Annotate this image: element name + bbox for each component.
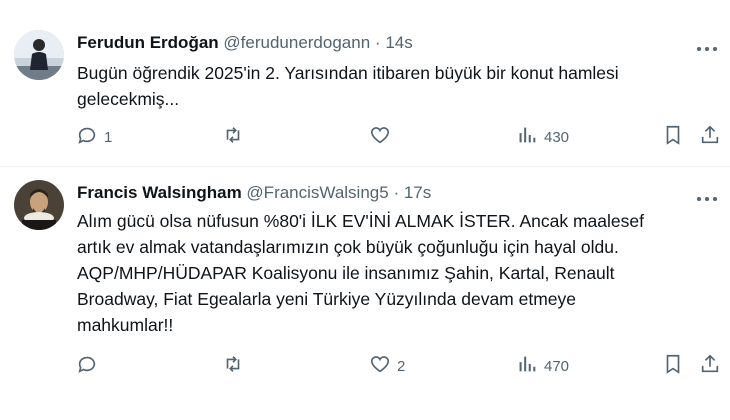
tweet-header: Francis Walsingham @FrancisWalsing5 · 17…	[77, 183, 431, 203]
reply-button[interactable]: 1	[76, 125, 112, 149]
like-button[interactable]	[369, 125, 397, 149]
more-icon[interactable]	[696, 190, 718, 201]
heart-icon	[369, 353, 391, 379]
avatar[interactable]	[14, 30, 64, 80]
tweet-text-line: Bugün öğrendik 2025'in 2. Yarısından iti…	[77, 63, 619, 83]
bookmark-button[interactable]	[662, 354, 684, 378]
tweet-text-line: Broadway, Fiat Egealarla yeni Türkiye Yü…	[77, 289, 576, 309]
views-button[interactable]: 430	[516, 125, 569, 149]
view-count: 430	[544, 128, 570, 146]
tweet-header: Ferudun Erdoğan @ferudunerdogann · 14s	[77, 33, 413, 53]
separator-dot: ·	[374, 33, 381, 52]
tweet-text-line: Alım gücü olsa nüfusun %80'i İLK EV'İNİ …	[77, 211, 644, 231]
views-icon	[516, 353, 538, 379]
author-handle[interactable]: @FrancisWalsing5	[246, 183, 388, 202]
bookmark-button[interactable]	[662, 125, 684, 149]
avatar[interactable]	[14, 180, 64, 230]
bookmark-icon	[662, 353, 684, 379]
author-name[interactable]: Ferudun Erdoğan	[77, 33, 219, 52]
tweet-text: Bugün öğrendik 2025'in 2. Yarısından iti…	[77, 60, 707, 112]
reply-button[interactable]	[76, 354, 104, 378]
tweet-time[interactable]: 17s	[404, 183, 431, 202]
bookmark-icon	[662, 124, 684, 150]
tweet-text-line: gelecekmiş...	[77, 89, 180, 109]
author-name[interactable]: Francis Walsingham	[77, 183, 242, 202]
share-icon	[699, 124, 721, 150]
retweet-icon	[222, 124, 244, 150]
tweet-actions: 2 470	[0, 354, 730, 378]
share-button[interactable]	[699, 125, 721, 149]
tweet-time[interactable]: 14s	[385, 33, 412, 52]
tweet-text-line: mahkumlar!!	[77, 315, 174, 335]
like-count: 2	[397, 357, 406, 375]
retweet-button[interactable]	[222, 354, 250, 378]
views-button[interactable]: 470	[516, 354, 569, 378]
more-icon[interactable]	[696, 40, 718, 51]
separator-dot: ·	[393, 183, 400, 202]
tweet[interactable]: Ferudun Erdoğan @ferudunerdogann · 14s B…	[0, 0, 730, 166]
tweet-text: Alım gücü olsa nüfusun %80'i İLK EV'İNİ …	[77, 208, 707, 338]
reply-icon	[76, 353, 98, 379]
views-icon	[516, 124, 538, 150]
tweet-actions: 1 430	[0, 125, 730, 149]
retweet-button[interactable]	[222, 125, 250, 149]
retweet-icon	[222, 353, 244, 379]
heart-icon	[369, 124, 391, 150]
tweet-text-line: artık ev almak vatandaşlarımızın çok büy…	[77, 237, 619, 257]
reply-count: 1	[104, 128, 113, 146]
tweet-text-line: AQP/MHP/HÜDAPAR Koalisyonu ile insanımız…	[77, 263, 615, 283]
reply-icon	[76, 124, 98, 150]
share-button[interactable]	[699, 354, 721, 378]
like-button[interactable]: 2	[369, 354, 405, 378]
author-handle[interactable]: @ferudunerdogann	[223, 33, 370, 52]
share-icon	[699, 353, 721, 379]
view-count: 470	[544, 357, 570, 375]
